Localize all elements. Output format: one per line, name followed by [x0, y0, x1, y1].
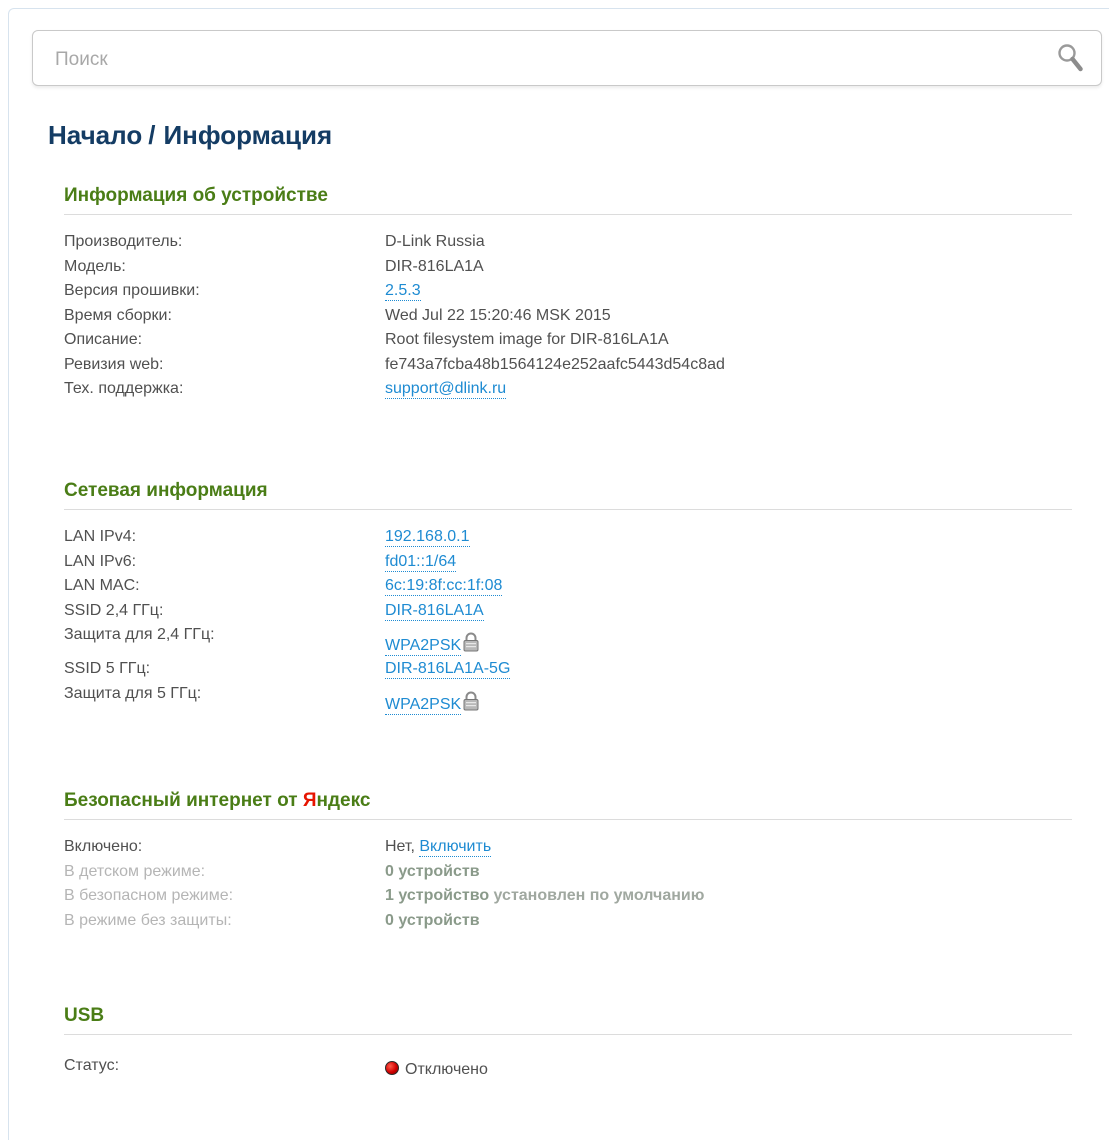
net-row-security-5: Защита для 5 ГГц: WPA2PSK [64, 683, 1072, 717]
row-value: Wed Jul 22 15:20:46 MSK 2015 [385, 306, 611, 324]
page-title: Информация [163, 120, 333, 150]
usb-row-status: Статус: Отключено [64, 1055, 1072, 1080]
yandex-row-no-protection: В режиме без защиты: 0 устройств [64, 910, 1072, 935]
row-label: В режиме без защиты: [64, 911, 232, 929]
net-row-ssid-24: SSID 2,4 ГГц: DIR-816LA1A [64, 600, 1072, 625]
net-row-lan-ipv6: LAN IPv6: fd01::1/64 [64, 551, 1072, 576]
status-dot-icon [385, 1061, 399, 1075]
search-icon[interactable] [1057, 43, 1083, 73]
firmware-version-link[interactable]: 2.5.3 [385, 282, 421, 301]
row-label: Версия прошивки: [64, 282, 200, 299]
row-label: Защита для 2,4 ГГц: [64, 626, 215, 643]
ssid-24-link[interactable]: DIR-816LA1A [385, 602, 484, 621]
search-box[interactable] [32, 30, 1102, 86]
row-label: Время сборки: [64, 306, 172, 324]
ssid-5-link[interactable]: DIR-816LA1A-5G [385, 660, 511, 679]
section-title: Информация об устройстве [64, 181, 1072, 215]
lock-icon [463, 691, 479, 710]
lan-mac-link[interactable]: 6c:19:8f:cc:1f:08 [385, 577, 503, 596]
row-label: В безопасном режиме: [64, 887, 234, 904]
row-value: fe743a7fcba48b1564124e252aafc5443d54c8ad [385, 355, 725, 373]
info-row-web-revision: Ревизия web: fe743a7fcba48b1564124e252aa… [64, 354, 1072, 379]
row-label: Тех. поддержка: [64, 380, 184, 397]
section-device-info: Информация об устройстве Производитель: … [64, 181, 1072, 403]
lan-ipv6-link[interactable]: fd01::1/64 [385, 553, 457, 572]
info-row-firmware: Версия прошивки: 2.5.3 [64, 280, 1072, 305]
row-label: Описание: [64, 331, 143, 348]
info-row-manufacturer: Производитель: D-Link Russia [64, 231, 1072, 256]
section-title: Сетевая информация [64, 476, 1072, 510]
lan-ipv4-link[interactable]: 192.168.0.1 [385, 528, 470, 547]
row-value: 0 устройств [385, 862, 480, 880]
section-title-prefix: Безопасный интернет от [64, 790, 303, 811]
security-5-link[interactable]: WPA2PSK [385, 696, 462, 715]
yandex-brand-rest: ндекс [316, 790, 371, 811]
section-yandex-safe-internet: Безопасный интернет от Яндекс Включено: … [64, 786, 1072, 934]
row-value: DIR-816LA1A [385, 257, 484, 275]
info-row-support: Тех. поддержка: support@dlink.ru [64, 378, 1072, 403]
breadcrumb-home[interactable]: Начало [48, 120, 142, 150]
section-network-info: Сетевая информация LAN IPv4: 192.168.0.1… [64, 476, 1072, 717]
net-row-security-24: Защита для 2,4 ГГц: WPA2PSK [64, 624, 1072, 658]
row-label: Включено: [64, 838, 143, 855]
row-label: Защита для 5 ГГц: [64, 684, 202, 702]
row-value: Root filesystem image for DIR-816LA1A [385, 331, 669, 348]
info-row-build-time: Время сборки: Wed Jul 22 15:20:46 MSK 20… [64, 305, 1072, 330]
section-usb: USB Статус: Отключено [64, 1001, 1072, 1080]
row-value: 1 устройство [385, 887, 490, 904]
search-input[interactable] [53, 45, 1017, 75]
security-24-link[interactable]: WPA2PSK [385, 637, 462, 656]
row-label: LAN IPv6: [64, 552, 137, 570]
row-label: Статус: [64, 1057, 120, 1074]
breadcrumb: Начало / Информация [48, 120, 332, 151]
info-row-description: Описание: Root filesystem image for DIR-… [64, 329, 1072, 354]
yandex-brand-first-letter: Я [302, 790, 317, 811]
row-value: D-Link Russia [385, 233, 485, 250]
row-label: SSID 2,4 ГГц: [64, 601, 164, 619]
row-label: SSID 5 ГГц: [64, 660, 151, 677]
row-label: Модель: [64, 257, 126, 275]
section-title: USB [64, 1001, 1072, 1035]
usb-status-value: Отключено [405, 1061, 488, 1078]
row-label: LAN IPv4: [64, 528, 137, 545]
yandex-row-enabled: Включено: Нет, Включить [64, 836, 1072, 861]
row-label: LAN MAC: [64, 577, 140, 594]
net-row-lan-mac: LAN MAC: 6c:19:8f:cc:1f:08 [64, 575, 1072, 600]
lock-icon [463, 632, 479, 652]
net-row-lan-ipv4: LAN IPv4: 192.168.0.1 [64, 526, 1072, 551]
yandex-row-safe-mode: В безопасном режиме: 1 устройство устано… [64, 885, 1072, 910]
info-row-model: Модель: DIR-816LA1A [64, 256, 1072, 281]
section-title: Безопасный интернет от Яндекс [64, 786, 1072, 820]
support-email-link[interactable]: support@dlink.ru [385, 380, 507, 399]
yandex-row-child-mode: В детском режиме: 0 устройств [64, 861, 1072, 886]
row-value: 0 устройств [385, 911, 480, 929]
row-label: Производитель: [64, 233, 183, 250]
row-label: Ревизия web: [64, 355, 164, 373]
breadcrumb-separator: / [148, 120, 156, 150]
row-label: В детском режиме: [64, 862, 206, 880]
net-row-ssid-5: SSID 5 ГГц: DIR-816LA1A-5G [64, 658, 1072, 683]
enabled-status: Нет, [385, 838, 415, 855]
row-note: установлен по умолчанию [493, 887, 705, 904]
enable-link[interactable]: Включить [419, 838, 492, 857]
